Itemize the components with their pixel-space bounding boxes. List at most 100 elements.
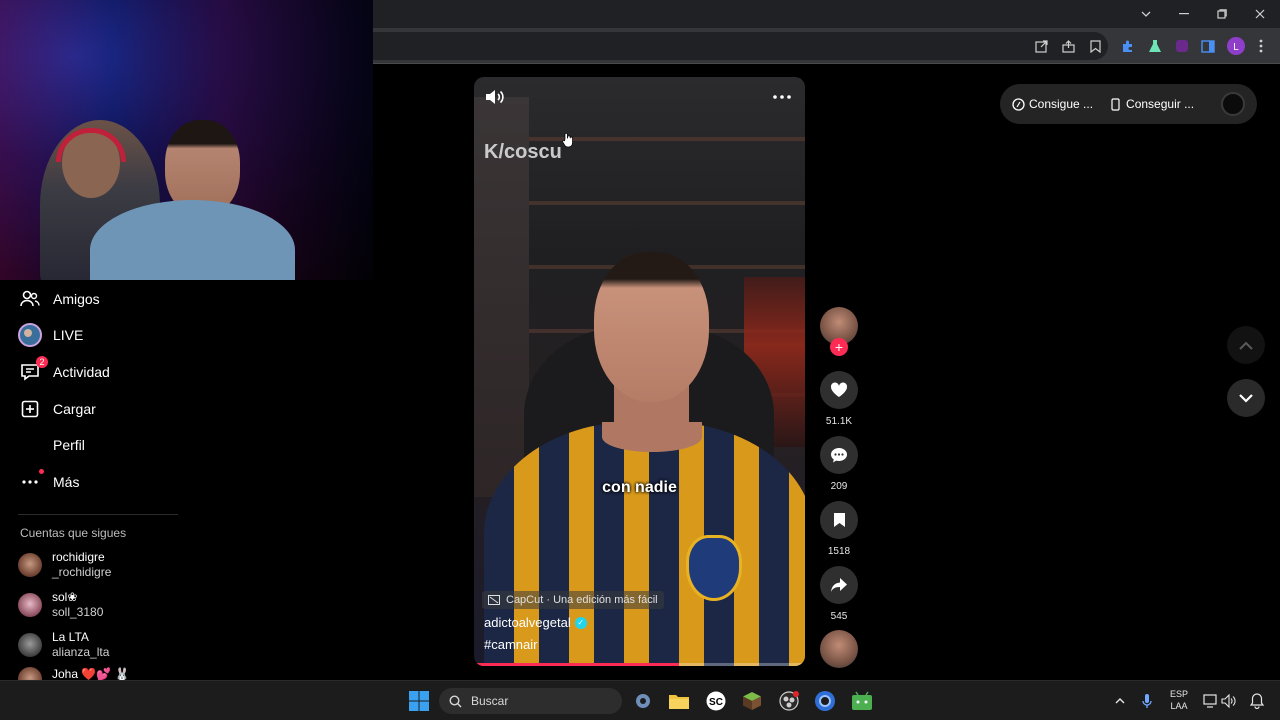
comment-button[interactable] [820, 436, 858, 474]
extension-flask-icon[interactable] [1145, 36, 1165, 56]
following-account-item[interactable]: La LTA alianza_lta [18, 627, 109, 663]
live-icon [18, 323, 42, 347]
video-caption: con nadie [602, 479, 677, 496]
previous-video-button[interactable] [1227, 326, 1265, 364]
sidebar-item-label: Cargar [53, 401, 96, 417]
video-watermark: K/coscu [484, 141, 562, 163]
sidebar-item-upload[interactable]: Cargar [18, 394, 96, 424]
avatar [18, 667, 42, 680]
close-button[interactable] [1241, 0, 1279, 28]
upload-icon [18, 397, 42, 421]
video-more-icon[interactable] [771, 89, 793, 105]
windows-start-icon[interactable] [407, 689, 431, 713]
comment-icon [831, 448, 847, 463]
extension-puzzle-icon[interactable] [1118, 36, 1138, 56]
browser-menu-icon[interactable] [1251, 36, 1271, 56]
author-name: adictoalvegetal [484, 615, 571, 630]
sidebar-item-live[interactable]: LIVE [18, 320, 83, 350]
video-author[interactable]: adictoalvegetal ✓ [484, 615, 587, 630]
like-count: 51.1K [825, 416, 853, 427]
video-progress-fill [474, 663, 680, 666]
sidebar-item-more[interactable]: Más [18, 467, 79, 497]
coin-icon [1012, 97, 1025, 111]
minecraft-app-icon[interactable] [740, 689, 764, 713]
chevron-up-icon [1239, 341, 1253, 350]
avatar [18, 593, 42, 617]
pill-label: Consigue ... [1029, 97, 1094, 111]
bookmark-icon[interactable] [1085, 36, 1105, 56]
minimize-button[interactable] [1165, 0, 1203, 28]
sidebar-item-label: LIVE [53, 327, 84, 343]
following-account-item[interactable]: Joha ❤️💕 🐰 [18, 667, 130, 680]
more-icon [18, 469, 44, 494]
language-line-1: ESP [1169, 689, 1188, 699]
video-player[interactable]: K/coscu con nadie CapCut · Una edición m… [474, 77, 805, 666]
friends-icon [18, 287, 42, 311]
android-app-icon[interactable] [850, 689, 874, 713]
video-progress-bar[interactable] [474, 663, 805, 666]
sidebar-item-label: Más [53, 474, 80, 490]
verified-icon: ✓ [574, 616, 587, 629]
get-coins-pill[interactable]: Consigue ... [1012, 97, 1093, 111]
streamlabs-app-icon[interactable]: SC [704, 689, 728, 713]
open-in-new-icon[interactable] [1031, 36, 1051, 56]
webcam-overlay [0, 0, 373, 280]
language-indicator[interactable]: ESP LAA [1165, 688, 1193, 712]
sidebar-item-friends[interactable]: Amigos [18, 284, 100, 314]
notification-bell-icon[interactable] [1245, 689, 1269, 713]
microphone-icon[interactable] [1135, 689, 1159, 713]
extension-purple-icon[interactable] [1172, 36, 1192, 56]
save-count: 1518 [827, 546, 851, 557]
windows-taskbar: Buscar SC ESP LAA [0, 680, 1280, 720]
sidebar-item-profile[interactable]: Perfil [18, 430, 85, 460]
volume-icon[interactable] [484, 89, 506, 105]
video-hashtag[interactable]: #camnair [484, 637, 537, 652]
share-button[interactable] [820, 566, 858, 604]
like-button[interactable] [820, 371, 858, 409]
account-name: rochidigre [52, 550, 105, 564]
heart-icon [830, 382, 848, 397]
file-explorer-icon[interactable] [667, 689, 691, 713]
following-title: Cuentas que sigues [20, 526, 127, 540]
save-button[interactable] [820, 501, 858, 539]
restore-button[interactable] [1203, 0, 1241, 28]
settings-gear-icon[interactable] [631, 689, 655, 713]
account-handle: soll_3180 [52, 605, 104, 619]
obs-app-icon[interactable] [777, 689, 801, 713]
side-panel-icon[interactable] [1198, 36, 1218, 56]
browser-toolbar [373, 28, 1280, 64]
volume-tray-icon[interactable] [1217, 689, 1241, 713]
tab-search-icon[interactable] [1127, 0, 1165, 28]
follow-plus-icon[interactable]: + [830, 338, 848, 356]
sidebar-item-activity[interactable]: 2 Actividad [18, 356, 110, 387]
user-avatar-circle[interactable] [1221, 92, 1245, 116]
sidebar-item-label: Amigos [53, 291, 100, 307]
video-shirt-crest [686, 535, 742, 601]
taskbar-search[interactable]: Buscar [439, 688, 622, 714]
share-arrow-icon [831, 578, 847, 592]
video-face [594, 252, 709, 402]
activity-badge: 2 [36, 356, 48, 368]
capcut-tag[interactable]: CapCut · Una edición más fácil [482, 591, 664, 609]
share-icon[interactable] [1058, 36, 1078, 56]
share-count: 545 [830, 611, 848, 622]
activity-icon: 2 [18, 356, 48, 384]
sidebar-divider [18, 514, 178, 515]
next-video-button[interactable] [1227, 379, 1265, 417]
get-app-pill[interactable]: Conseguir ... [1109, 97, 1194, 111]
more-notification-dot [39, 469, 44, 474]
toolbar-divider [373, 63, 1280, 64]
svg-text:L: L [1233, 42, 1239, 53]
chrome-app-icon[interactable] [813, 689, 837, 713]
get-app-bar: Consigue ... Conseguir ... [1000, 84, 1257, 124]
search-placeholder: Buscar [471, 694, 509, 708]
mouse-cursor-icon [562, 132, 574, 153]
music-disc-avatar[interactable] [820, 630, 858, 668]
following-account-item[interactable]: rochidigre _rochidigre [18, 547, 111, 583]
tray-chevron-up-icon[interactable] [1108, 689, 1132, 713]
address-bar[interactable] [373, 32, 1108, 60]
account-handle: alianza_lta [52, 645, 110, 659]
following-account-item[interactable]: sol❀ soll_3180 [18, 587, 103, 623]
profile-avatar-icon[interactable]: L [1226, 36, 1246, 56]
capcut-icon [488, 595, 500, 605]
